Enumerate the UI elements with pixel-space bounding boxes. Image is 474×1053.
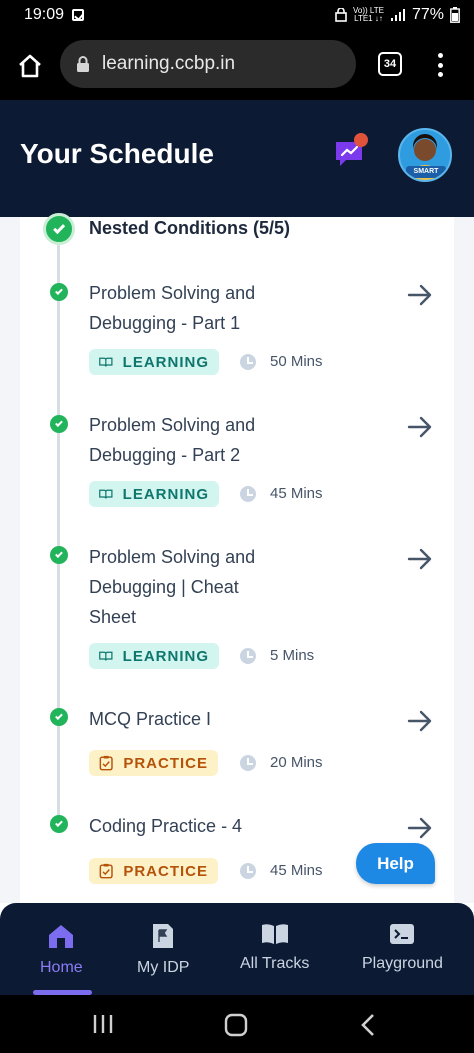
avatar-badge: SMART xyxy=(406,166,446,178)
browser-home-icon[interactable] xyxy=(16,52,44,80)
page-title: Your Schedule xyxy=(20,138,214,169)
system-home-icon[interactable] xyxy=(224,1013,248,1037)
duration-text: 50 Mins xyxy=(270,353,323,370)
bottom-navigation: Home My IDP All Tracks Playground xyxy=(0,903,474,995)
clipboard-check-icon xyxy=(99,755,113,771)
timeline-line xyxy=(57,242,60,832)
tag-label: LEARNING xyxy=(122,485,209,503)
duration: 45 Mins xyxy=(240,485,323,502)
tag-label: PRACTICE xyxy=(123,754,208,772)
battery-icon xyxy=(450,7,460,23)
item-title[interactable]: Coding Practice - 4 xyxy=(89,811,319,841)
clock-icon xyxy=(240,353,256,370)
nav-label: My IDP xyxy=(137,959,190,976)
learning-tag: LEARNING xyxy=(89,643,219,669)
section-title[interactable]: Nested Conditions (5/5) xyxy=(89,218,290,239)
duration: 45 Mins xyxy=(240,862,323,879)
item-title[interactable]: MCQ Practice I xyxy=(89,704,319,734)
system-navigation-bar xyxy=(0,995,474,1053)
tag-label: LEARNING xyxy=(122,647,209,665)
duration: 5 Mins xyxy=(240,647,314,664)
url-text: learning.ccbp.in xyxy=(102,53,236,74)
help-button[interactable]: Help xyxy=(356,843,435,884)
browser-menu-icon[interactable] xyxy=(430,50,450,80)
tag-label: PRACTICE xyxy=(123,862,208,880)
learning-tag: LEARNING xyxy=(89,481,219,507)
notification-check-icon xyxy=(72,9,85,21)
nav-all-tracks[interactable]: All Tracks xyxy=(240,923,309,973)
item-title[interactable]: Problem Solving and Debugging - Part 2 xyxy=(89,410,319,470)
clock-icon xyxy=(240,754,256,771)
back-icon[interactable] xyxy=(360,1013,376,1037)
nav-label: Playground xyxy=(362,955,443,972)
nav-label: Home xyxy=(40,959,83,976)
duration-text: 45 Mins xyxy=(270,485,323,502)
recent-apps-icon[interactable] xyxy=(92,1013,114,1035)
item-title[interactable]: Problem Solving and Debugging - Part 1 xyxy=(89,278,319,338)
arrow-right-icon[interactable] xyxy=(406,709,434,733)
learning-tag: LEARNING xyxy=(89,349,219,375)
notification-dot xyxy=(354,133,368,147)
document-flag-icon xyxy=(153,924,174,948)
arrow-right-icon[interactable] xyxy=(406,283,434,307)
book-open-icon xyxy=(99,357,113,367)
practice-tag: PRACTICE xyxy=(89,750,218,776)
book-open-icon xyxy=(99,489,113,499)
clock-icon xyxy=(240,485,256,502)
item-complete-icon xyxy=(50,546,68,564)
network-indicator: Vo)) LTE LTE1 ↓↑ xyxy=(352,6,384,23)
clock-icon xyxy=(240,647,256,664)
nav-label: All Tracks xyxy=(240,955,310,972)
terminal-icon xyxy=(390,924,415,944)
section-complete-icon xyxy=(43,213,75,245)
arrow-right-icon[interactable] xyxy=(406,415,434,439)
tag-label: LEARNING xyxy=(122,353,209,371)
status-bar: 19:09 Vo)) LTE LTE1 ↓↑ 77% xyxy=(0,0,474,30)
clock-icon xyxy=(240,862,256,879)
duration: 20 Mins xyxy=(240,754,323,771)
arrow-right-icon[interactable] xyxy=(406,547,434,571)
home-icon xyxy=(49,925,74,948)
arrow-right-icon[interactable] xyxy=(406,816,434,840)
item-complete-icon xyxy=(50,815,68,833)
signal-icon xyxy=(390,9,405,21)
battery-percent: 77% xyxy=(411,6,444,23)
lock-badge-icon xyxy=(335,8,347,22)
address-bar[interactable]: learning.ccbp.in xyxy=(60,40,356,88)
avatar[interactable]: SMART xyxy=(398,128,452,182)
duration-text: 20 Mins xyxy=(270,754,323,771)
practice-tag: PRACTICE xyxy=(89,858,218,884)
nav-my-idp[interactable]: My IDP xyxy=(137,923,189,977)
item-complete-icon xyxy=(50,283,68,301)
browser-toolbar: learning.ccbp.in 34 xyxy=(0,30,474,100)
book-open-icon xyxy=(99,651,113,661)
tab-switcher-button[interactable]: 34 xyxy=(378,52,402,76)
duration-text: 45 Mins xyxy=(270,862,323,879)
item-complete-icon xyxy=(50,708,68,726)
item-complete-icon xyxy=(50,415,68,433)
duration: 50 Mins xyxy=(240,353,323,370)
nav-home[interactable]: Home xyxy=(40,923,83,977)
book-icon xyxy=(261,924,288,944)
nav-playground[interactable]: Playground xyxy=(362,923,443,973)
duration-text: 5 Mins xyxy=(270,647,315,664)
status-time: 19:09 xyxy=(24,6,65,23)
item-title[interactable]: Problem Solving and Debugging | Cheat Sh… xyxy=(89,542,289,632)
clipboard-check-icon xyxy=(99,863,113,879)
lock-icon xyxy=(77,56,89,72)
